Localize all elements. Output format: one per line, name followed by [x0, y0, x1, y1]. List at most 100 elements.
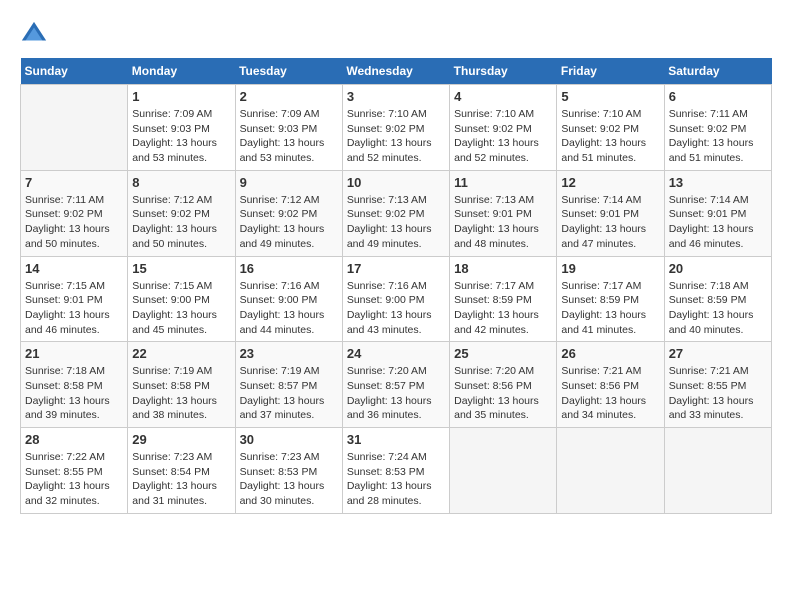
calendar-cell: 10 Sunrise: 7:13 AMSunset: 9:02 PMDayligh…	[342, 170, 449, 256]
day-number: 14	[25, 261, 123, 276]
calendar-cell: 14 Sunrise: 7:15 AMSunset: 9:01 PMDayligh…	[21, 256, 128, 342]
day-number: 10	[347, 175, 445, 190]
calendar-cell: 31 Sunrise: 7:24 AMSunset: 8:53 PMDayligh…	[342, 428, 449, 514]
calendar-cell: 29 Sunrise: 7:23 AMSunset: 8:54 PMDayligh…	[128, 428, 235, 514]
calendar-cell: 9Sunrise: 7:12 AMSunset: 9:02 PMDaylight…	[235, 170, 342, 256]
day-info: Sunrise: 7:10 AMSunset: 9:02 PMDaylight:…	[561, 107, 659, 166]
day-number: 1	[132, 89, 230, 104]
calendar-cell	[557, 428, 664, 514]
day-number: 18	[454, 261, 552, 276]
day-info: Sunrise: 7:14 AMSunset: 9:01 PMDaylight:…	[669, 193, 767, 252]
column-header-thursday: Thursday	[450, 58, 557, 85]
calendar-cell: 3 Sunrise: 7:10 AMSunset: 9:02 PMDaylight…	[342, 85, 449, 171]
day-info: Sunrise: 7:18 AMSunset: 8:59 PMDaylight:…	[669, 279, 767, 338]
day-number: 8	[132, 175, 230, 190]
day-number: 29	[132, 432, 230, 447]
day-number: 23	[240, 346, 338, 361]
day-info: Sunrise: 7:21 AMSunset: 8:56 PMDaylight:…	[561, 364, 659, 423]
day-number: 27	[669, 346, 767, 361]
day-number: 5	[561, 89, 659, 104]
calendar-cell: 30 Sunrise: 7:23 AMSunset: 8:53 PMDayligh…	[235, 428, 342, 514]
page-header	[20, 20, 772, 48]
day-number: 3	[347, 89, 445, 104]
day-info: Sunrise: 7:10 AMSunset: 9:02 PMDaylight:…	[454, 107, 552, 166]
day-info: Sunrise: 7:17 AMSunset: 8:59 PMDaylight:…	[561, 279, 659, 338]
day-number: 13	[669, 175, 767, 190]
day-number: 25	[454, 346, 552, 361]
day-info: Sunrise: 7:12 AMSunset: 9:02 PMDaylight:…	[132, 193, 230, 252]
day-info: Sunrise: 7:10 AMSunset: 9:02 PMDaylight:…	[347, 107, 445, 166]
calendar-cell: 26 Sunrise: 7:21 AMSunset: 8:56 PMDayligh…	[557, 342, 664, 428]
day-info: Sunrise: 7:20 AMSunset: 8:57 PMDaylight:…	[347, 364, 445, 423]
column-header-friday: Friday	[557, 58, 664, 85]
column-header-tuesday: Tuesday	[235, 58, 342, 85]
day-number: 30	[240, 432, 338, 447]
day-number: 31	[347, 432, 445, 447]
calendar-cell: 2 Sunrise: 7:09 AMSunset: 9:03 PMDaylight…	[235, 85, 342, 171]
day-number: 26	[561, 346, 659, 361]
day-info: Sunrise: 7:09 AMSunset: 9:03 PMDaylight:…	[240, 107, 338, 166]
calendar-cell: 12Sunrise: 7:14 AMSunset: 9:01 PMDayligh…	[557, 170, 664, 256]
calendar-table: SundayMondayTuesdayWednesdayThursdayFrid…	[20, 58, 772, 514]
calendar-week-row: 21 Sunrise: 7:18 AMSunset: 8:58 PMDayligh…	[21, 342, 772, 428]
calendar-week-row: 7Sunrise: 7:11 AMSunset: 9:02 PMDaylight…	[21, 170, 772, 256]
day-number: 19	[561, 261, 659, 276]
day-number: 2	[240, 89, 338, 104]
calendar-cell: 4 Sunrise: 7:10 AMSunset: 9:02 PMDaylight…	[450, 85, 557, 171]
calendar-cell: 17 Sunrise: 7:16 AMSunset: 9:00 PMDayligh…	[342, 256, 449, 342]
calendar-cell: 19 Sunrise: 7:17 AMSunset: 8:59 PMDayligh…	[557, 256, 664, 342]
day-info: Sunrise: 7:20 AMSunset: 8:56 PMDaylight:…	[454, 364, 552, 423]
calendar-week-row: 28Sunrise: 7:22 AMSunset: 8:55 PMDayligh…	[21, 428, 772, 514]
calendar-cell: 25 Sunrise: 7:20 AMSunset: 8:56 PMDayligh…	[450, 342, 557, 428]
day-info: Sunrise: 7:24 AMSunset: 8:53 PMDaylight:…	[347, 450, 445, 509]
calendar-cell: 27 Sunrise: 7:21 AMSunset: 8:55 PMDayligh…	[664, 342, 771, 428]
calendar-cell: 16 Sunrise: 7:16 AMSunset: 9:00 PMDayligh…	[235, 256, 342, 342]
day-info: Sunrise: 7:23 AMSunset: 8:54 PMDaylight:…	[132, 450, 230, 509]
day-info: Sunrise: 7:21 AMSunset: 8:55 PMDaylight:…	[669, 364, 767, 423]
day-number: 4	[454, 89, 552, 104]
day-info: Sunrise: 7:13 AMSunset: 9:02 PMDaylight:…	[347, 193, 445, 252]
calendar-cell: 7Sunrise: 7:11 AMSunset: 9:02 PMDaylight…	[21, 170, 128, 256]
day-number: 6	[669, 89, 767, 104]
day-number: 16	[240, 261, 338, 276]
day-info: Sunrise: 7:13 AMSunset: 9:01 PMDaylight:…	[454, 193, 552, 252]
day-info: Sunrise: 7:14 AMSunset: 9:01 PMDaylight:…	[561, 193, 659, 252]
day-info: Sunrise: 7:16 AMSunset: 9:00 PMDaylight:…	[347, 279, 445, 338]
calendar-cell	[21, 85, 128, 171]
day-info: Sunrise: 7:22 AMSunset: 8:55 PMDaylight:…	[25, 450, 123, 509]
calendar-cell: 1 Sunrise: 7:09 AMSunset: 9:03 PMDaylight…	[128, 85, 235, 171]
logo	[20, 20, 52, 48]
column-header-saturday: Saturday	[664, 58, 771, 85]
day-info: Sunrise: 7:16 AMSunset: 9:00 PMDaylight:…	[240, 279, 338, 338]
calendar-week-row: 1 Sunrise: 7:09 AMSunset: 9:03 PMDaylight…	[21, 85, 772, 171]
day-number: 22	[132, 346, 230, 361]
calendar-cell: 20 Sunrise: 7:18 AMSunset: 8:59 PMDayligh…	[664, 256, 771, 342]
calendar-cell: 6 Sunrise: 7:11 AMSunset: 9:02 PMDaylight…	[664, 85, 771, 171]
calendar-cell: 28Sunrise: 7:22 AMSunset: 8:55 PMDayligh…	[21, 428, 128, 514]
calendar-cell: 8 Sunrise: 7:12 AMSunset: 9:02 PMDaylight…	[128, 170, 235, 256]
day-info: Sunrise: 7:18 AMSunset: 8:58 PMDaylight:…	[25, 364, 123, 423]
column-header-monday: Monday	[128, 58, 235, 85]
day-info: Sunrise: 7:09 AMSunset: 9:03 PMDaylight:…	[132, 107, 230, 166]
day-info: Sunrise: 7:19 AMSunset: 8:58 PMDaylight:…	[132, 364, 230, 423]
calendar-cell: 11Sunrise: 7:13 AMSunset: 9:01 PMDayligh…	[450, 170, 557, 256]
day-number: 7	[25, 175, 123, 190]
calendar-cell: 5 Sunrise: 7:10 AMSunset: 9:02 PMDaylight…	[557, 85, 664, 171]
day-info: Sunrise: 7:11 AMSunset: 9:02 PMDaylight:…	[669, 107, 767, 166]
column-header-wednesday: Wednesday	[342, 58, 449, 85]
day-info: Sunrise: 7:15 AMSunset: 9:00 PMDaylight:…	[132, 279, 230, 338]
day-number: 21	[25, 346, 123, 361]
calendar-cell	[664, 428, 771, 514]
calendar-cell	[450, 428, 557, 514]
calendar-week-row: 14 Sunrise: 7:15 AMSunset: 9:01 PMDayligh…	[21, 256, 772, 342]
calendar-cell: 22 Sunrise: 7:19 AMSunset: 8:58 PMDayligh…	[128, 342, 235, 428]
calendar-cell: 21 Sunrise: 7:18 AMSunset: 8:58 PMDayligh…	[21, 342, 128, 428]
calendar-cell: 23Sunrise: 7:19 AMSunset: 8:57 PMDayligh…	[235, 342, 342, 428]
day-info: Sunrise: 7:23 AMSunset: 8:53 PMDaylight:…	[240, 450, 338, 509]
day-number: 15	[132, 261, 230, 276]
day-number: 20	[669, 261, 767, 276]
day-number: 17	[347, 261, 445, 276]
day-info: Sunrise: 7:15 AMSunset: 9:01 PMDaylight:…	[25, 279, 123, 338]
column-header-sunday: Sunday	[21, 58, 128, 85]
calendar-cell: 18Sunrise: 7:17 AMSunset: 8:59 PMDayligh…	[450, 256, 557, 342]
